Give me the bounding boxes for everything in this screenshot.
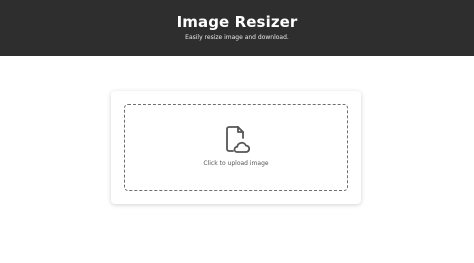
upload-card: Click to upload image (111, 91, 361, 204)
page-subtitle: Easily resize image and download. (185, 34, 289, 41)
upload-dropzone[interactable]: Click to upload image (124, 104, 348, 191)
upload-label: Click to upload image (203, 160, 269, 167)
app-header: Image Resizer Easily resize image and do… (0, 0, 474, 56)
page-title: Image Resizer (176, 13, 298, 31)
file-cloud-upload-icon (226, 126, 250, 153)
